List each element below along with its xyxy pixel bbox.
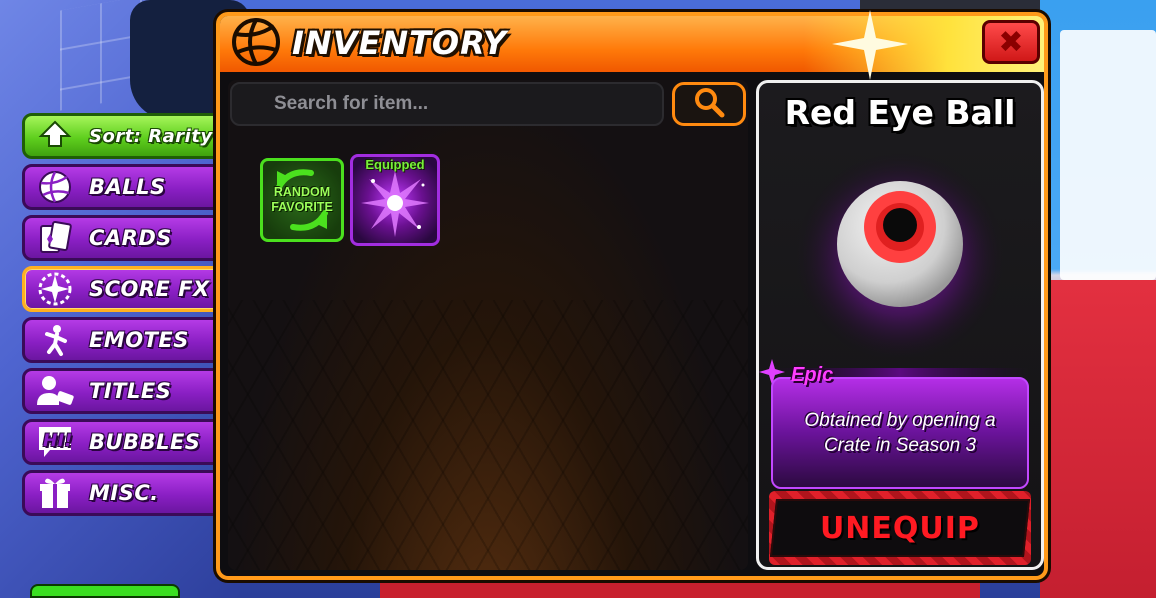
sort-arrow-icon xyxy=(35,116,75,156)
background-red-block xyxy=(1040,280,1156,598)
svg-text:HI!: HI! xyxy=(43,431,73,451)
volleyball-icon xyxy=(35,167,75,207)
unequip-label: UNEQUIP xyxy=(820,510,980,546)
random-favorite-slot[interactable]: RANDOM FAVORITE xyxy=(260,158,344,242)
item-detail-panel: Red Eye Ball Obtained by opening a Crate… xyxy=(756,80,1044,570)
search-icon xyxy=(693,86,725,122)
search-button[interactable] xyxy=(672,82,746,126)
rarity-label: Epic xyxy=(791,364,834,386)
sidebar-item-balls[interactable]: BALLS xyxy=(22,164,222,210)
panel-header: INVENTORY ✖ xyxy=(220,16,1044,72)
equipped-item-slot[interactable]: Equipped xyxy=(350,154,440,246)
sidebar-item-cards[interactable]: CARDS xyxy=(22,215,222,261)
sidebar-item-label: SCORE FX xyxy=(89,277,210,301)
sidebar-item-label: Sort: Rarity xyxy=(89,125,213,147)
dancing-figure-icon xyxy=(35,320,75,360)
sort-rarity-button[interactable]: Sort: Rarity xyxy=(22,113,222,159)
speech-bubble-hi-icon: HI! xyxy=(35,422,75,462)
sidebar-item-label: BALLS xyxy=(89,175,166,199)
sidebar-item-label: MISC. xyxy=(89,481,159,505)
item-description: Obtained by opening a Crate in Season 3 xyxy=(804,410,996,456)
item-description-box: Obtained by opening a Crate in Season 3 xyxy=(771,377,1029,489)
grid-pattern xyxy=(228,300,748,570)
sidebar-item-misc[interactable]: MISC. xyxy=(22,470,222,516)
sidebar-item-label: TITLES xyxy=(89,379,172,403)
close-button[interactable]: ✖ xyxy=(982,20,1040,64)
sparkle-burst-icon xyxy=(35,269,75,309)
item-name: Red Eye Ball xyxy=(784,93,1016,132)
search-input[interactable] xyxy=(274,93,654,115)
red-eye-ball-icon xyxy=(795,152,1005,357)
sidebar-item-label: CARDS xyxy=(89,226,172,250)
volleyball-icon xyxy=(228,16,284,68)
page-title: INVENTORY xyxy=(292,24,507,62)
inventory-grid-area xyxy=(228,80,748,570)
category-sidebar: Sort: Rarity BALLS CARDS SCORE FX EMOTES… xyxy=(22,113,222,521)
cards-icon xyxy=(35,218,75,258)
sidebar-item-label: EMOTES xyxy=(89,328,189,352)
slot-label: RANDOM FAVORITE xyxy=(271,185,333,214)
close-icon: ✖ xyxy=(998,24,1024,60)
sidebar-item-emotes[interactable]: EMOTES xyxy=(22,317,222,363)
sidebar-item-score-fx[interactable]: SCORE FX xyxy=(22,266,222,312)
user-tag-icon xyxy=(35,371,75,411)
background-white-block xyxy=(1060,30,1156,280)
equipped-badge: Equipped xyxy=(365,157,425,172)
bottom-hud-button[interactable] xyxy=(30,584,180,598)
sparkle-icon xyxy=(832,10,908,80)
gift-icon xyxy=(35,473,75,513)
sidebar-item-label: BUBBLES xyxy=(89,430,201,454)
background-bottom-red xyxy=(380,578,980,598)
sidebar-item-titles[interactable]: TITLES xyxy=(22,368,222,414)
unequip-button[interactable]: UNEQUIP xyxy=(769,499,1031,557)
search-field[interactable] xyxy=(230,82,664,126)
sidebar-item-bubbles[interactable]: HI! BUBBLES xyxy=(22,419,222,465)
inventory-panel: INVENTORY ✖ RANDOM FAVORITE xyxy=(216,10,1048,580)
